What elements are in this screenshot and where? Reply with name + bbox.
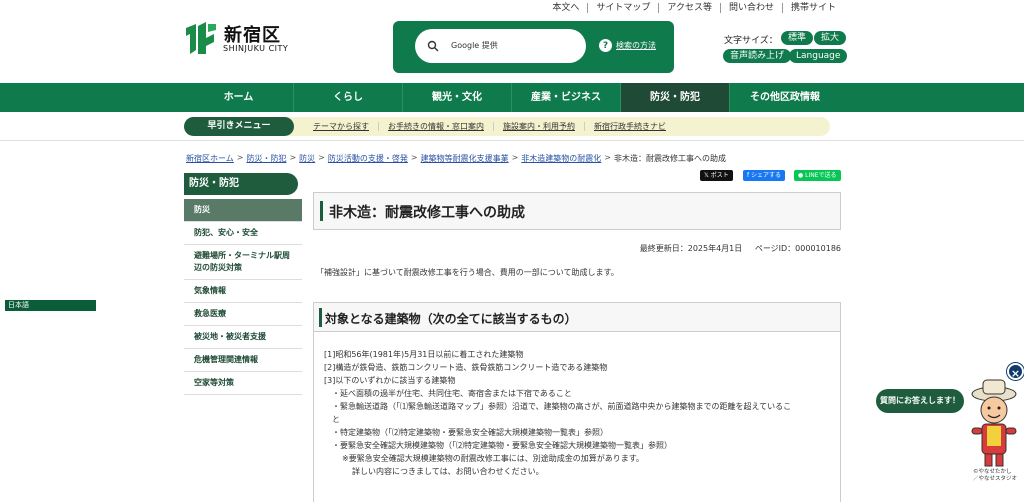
font-size-large-button[interactable]: 拡大 [814,31,847,45]
chatbot-bubble[interactable]: 質問にお答えします！ [876,389,964,413]
breadcrumb-link[interactable]: 防災・防犯 [246,153,286,164]
main-nav: ホーム くらし 観光・文化 産業・ビジネス 防災・防犯 その他区政情報 [0,83,1024,112]
mascot-credit-line: ／やなせスタジオ [973,476,1018,482]
section-header: 対象となる建築物（次の全てに該当するもの） [313,302,841,332]
section-accent-bar [319,308,322,327]
font-size-standard-button[interactable]: 標準 [781,31,814,45]
quick-link-theme[interactable]: テーマから探す [304,122,378,131]
title-accent-bar [320,201,323,221]
language-button[interactable]: Language [789,49,848,63]
nav-other[interactable]: その他区政情報 [729,83,840,112]
quick-link-facilities[interactable]: 施設案内・利用予約 [493,122,584,131]
breadcrumb-separator: > [410,153,418,162]
body-line: ※要緊急安全確認大規模建築物の耐震改修工事には、別途助成金の加算があります。 [342,454,644,463]
mascot-credit: ©やなせたかし ／やなせスタジオ [973,469,1017,483]
sidebar-item-bouhan[interactable]: 防犯、安心・安全 [184,222,302,245]
breadcrumb: 新宿区ホーム > 防災・防犯 > 防災 > 防災活動の支援・啓発 > 建築物等耐震化支援… [186,153,726,164]
utility-link-contact[interactable]: 問い合わせ [719,3,782,13]
chatbot-close-button[interactable]: × [1007,363,1024,380]
search-provider-label: Google 提供 [451,41,498,50]
breadcrumb-link[interactable]: 新宿区ホーム [186,153,234,164]
sidebar-item-vacant[interactable]: 空家等対策 [184,372,302,395]
header-divider [0,140,1024,141]
share-x-label: ポスト [710,172,729,179]
font-size-label: 文字サイズ： [724,36,778,46]
shinjuku-logo-icon [186,22,216,54]
sidebar-menu: 防災 防犯、安心・安全 避難場所・ターミナル駅周辺の防災対策 気象情報 救急医療… [184,199,302,395]
nav-home[interactable]: ホーム [184,83,293,112]
breadcrumb-link[interactable]: 防災 [299,153,315,164]
read-aloud-button[interactable]: 音声読み上げ [723,49,792,63]
utility-link-sitemap[interactable]: サイトマップ [587,3,658,13]
sidebar-item-emergency[interactable]: 救急医療 [184,303,302,326]
utility-links: 本文へ サイトマップ アクセス等 問い合わせ 携帯サイト [544,3,844,13]
breadcrumb-separator: > [289,153,297,162]
site-logo[interactable]: 新宿区 SHINJUKU CITY [182,18,300,60]
share-line-label: LINEで送る [805,172,837,179]
mascot-icon[interactable] [958,374,1024,474]
share-facebook-label: シェアする [751,172,782,179]
language-select[interactable]: 日本語 [5,300,96,311]
share-line-button[interactable]: ● LINEで送る [794,170,841,181]
body-line: [2]構造が鉄骨造、鉄筋コンクリート造、鉄骨鉄筋コンクリート造である建築物 [324,363,608,372]
body-line: ・特定建築物（「⑵特定建築物・要緊急安全確認大規模建築物一覧表」参照） [332,428,608,437]
body-line: ・要緊急安全確認大規模建築物（「⑵特定建築物・要緊急安全確認大規模建築物一覧表」… [332,441,672,450]
body-line: [3]以下のいずれかに該当する建築物 [324,376,456,385]
last-updated: 最終更新日：2025年4月1日 [639,244,743,253]
search-icon [427,40,439,52]
sidebar-item-evacuation[interactable]: 避難場所・ターミナル駅周辺の防災対策 [184,245,302,280]
logo-subtitle: SHINJUKU CITY [223,44,289,53]
utility-link-honbun[interactable]: 本文へ [544,3,587,13]
body-line: と [332,415,340,424]
nav-business[interactable]: 産業・ビジネス [511,83,620,112]
breadcrumb-link[interactable]: 建築物等耐震化支援事業 [421,153,509,164]
quick-menu-title[interactable]: 早引きメニュー [184,117,294,136]
breadcrumb-link[interactable]: 防災活動の支援・啓発 [328,153,408,164]
x-icon: 𝕏 [704,172,711,179]
share-facebook-button[interactable]: f シェアする [743,170,786,181]
sidebar-item-bousai[interactable]: 防災 [184,199,302,222]
nav-kurashi[interactable]: くらし [293,83,402,112]
page-id: ページID：000010186 [754,244,841,253]
sidebar-item-weather[interactable]: 気象情報 [184,280,302,303]
breadcrumb-separator: > [511,153,519,162]
body-line: ・緊急輸送道路（「⑴緊急輸送道路マップ」参照）沿道で、建築物の高さが、前面道路中… [332,402,792,411]
utility-link-access[interactable]: アクセス等 [658,3,720,13]
breadcrumb-separator: > [604,153,611,162]
search-panel: Google 提供 ? 検索の方法 [393,21,674,73]
breadcrumb-link[interactable]: 非木造建築物の耐震化 [521,153,601,164]
section-title: 対象となる建築物（次の全てに該当するもの） [325,312,577,326]
sidebar-title: 防災・防犯 [184,173,298,195]
nav-disaster[interactable]: 防災・防犯 [620,83,729,112]
body-line: ・延べ面積の過半が住宅、共同住宅、寄宿舎または下宿であること [332,389,572,398]
body-line: 詳しい内容につきましては、お問い合わせください。 [352,467,544,476]
body-line: [1]昭和56年(1981年)5月31日以前に着工された建築物 [324,350,524,359]
question-icon: ? [599,39,612,52]
search-howto-link[interactable]: ? 検索の方法 [599,39,656,52]
quick-menu: 早引きメニュー テーマから探す お手続きの情報・窓口案内 施設案内・利用予約 新… [184,117,830,136]
breadcrumb-separator: > [318,153,325,162]
quick-link-navi[interactable]: 新宿行政手続きナビ [584,122,675,131]
search-howto-label: 検索の方法 [616,41,656,50]
mascot-credit-line: ©やなせたかし [973,469,1012,475]
quick-link-procedures[interactable]: お手続きの情報・窓口案内 [378,122,493,131]
breadcrumb-current: 非木造：耐震改修工事への助成 [613,154,726,163]
sidebar-item-disaster-support[interactable]: 被災地・被災者支援 [184,326,302,349]
breadcrumb-separator: > [236,153,244,162]
utility-link-mobile[interactable]: 携帯サイト [781,3,844,13]
page-meta: 最終更新日：2025年4月1日 ページID：000010186 [640,243,841,254]
nav-tourism[interactable]: 観光・文化 [402,83,511,112]
page-intro: 「補強設計」に基づいて耐震改修工事を行う場合、費用の一部について助成します。 [316,268,619,277]
page-title: 非木造：耐震改修工事への助成 [329,205,525,221]
section-body: [1]昭和56年(1981年)5月31日以前に着工された建築物 [2]構造が鉄骨… [313,332,841,502]
search-input[interactable]: Google 提供 [415,29,586,63]
page-title-box: 非木造：耐震改修工事への助成 [313,192,841,230]
share-x-button[interactable]: 𝕏 ポスト [700,170,733,181]
sidebar-item-crisis[interactable]: 危機管理関連情報 [184,349,302,372]
